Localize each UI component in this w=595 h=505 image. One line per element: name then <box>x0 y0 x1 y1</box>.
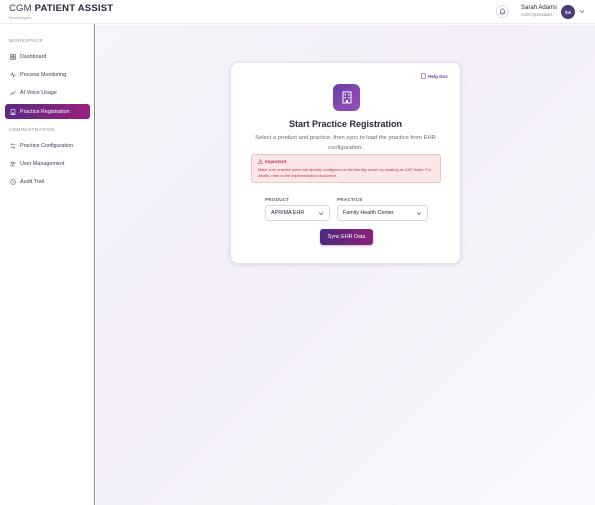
sidebar-item-label: Audit Trail <box>20 178 44 185</box>
alert-header: Important <box>258 159 286 164</box>
user-role: CGM Operations <box>521 12 553 17</box>
help-doc-link[interactable]: Help Doc <box>421 73 448 79</box>
waveform-icon <box>10 90 16 96</box>
top-header: CGM PATIENT ASSIST Preview Agent Sarah A… <box>0 0 595 24</box>
clock-icon <box>10 178 16 185</box>
avatar[interactable]: SA <box>561 5 575 19</box>
chevron-down-icon[interactable] <box>579 9 585 14</box>
sidebar-item-process-monitoring[interactable]: Process Monitoring <box>5 67 90 82</box>
sidebar-item-label: AI Voice Usage <box>20 89 57 96</box>
sliders-icon <box>10 142 16 149</box>
sidebar-item-audit-trail[interactable]: Audit Trail <box>5 174 90 189</box>
sidebar-item-label: Process Monitoring <box>20 71 67 78</box>
sidebar: WORKSPACE Dashboard Process Monitoring A… <box>0 24 95 505</box>
warning-icon <box>258 159 263 164</box>
sidebar-section-workspace: WORKSPACE <box>9 38 44 43</box>
registration-card: Help Doc Start Practice Registration Sel… <box>230 62 461 264</box>
sidebar-item-label: User Management <box>20 160 65 167</box>
product-label: PRODUCT <box>265 197 290 202</box>
user-info[interactable]: Sarah Adams CGM Operations <box>521 5 557 18</box>
product-value: APRIMA EHR <box>271 210 305 216</box>
brand-name: CGM PATIENT ASSIST <box>9 4 113 14</box>
chevron-down-icon <box>318 212 324 216</box>
building-icon <box>342 91 351 104</box>
alert-title: Important <box>265 159 287 164</box>
product-select[interactable]: APRIMA EHR <box>265 205 330 221</box>
alert-text: Make sure practice users are already con… <box>258 167 431 178</box>
brand-subtitle: Preview Agent <box>9 16 32 20</box>
grid-icon <box>10 53 16 60</box>
sync-ehr-data-button[interactable]: Sync EHR Data <box>320 229 373 245</box>
activity-icon <box>10 71 16 78</box>
sidebar-item-user-management[interactable]: User Management <box>5 156 90 171</box>
sidebar-item-ai-voice-usage[interactable]: AI Voice Usage <box>5 85 90 100</box>
registration-icon <box>333 84 360 111</box>
practice-select[interactable]: Family Health Center <box>337 205 428 221</box>
sidebar-section-administration: ADMINISTRATION <box>9 127 55 132</box>
practice-value: Family Health Center <box>343 210 394 216</box>
sidebar-item-label: Practice Registration <box>20 108 70 115</box>
sidebar-item-practice-registration[interactable]: Practice Registration <box>5 104 90 119</box>
document-icon <box>421 73 426 79</box>
brand-title: PATIENT ASSIST <box>34 3 114 14</box>
bell-icon <box>499 8 506 15</box>
sidebar-item-dashboard[interactable]: Dashboard <box>5 49 90 64</box>
sidebar-item-label: Dashboard <box>20 53 47 60</box>
practice-label: PRACTICE <box>337 197 363 202</box>
chevron-down-icon <box>416 212 422 216</box>
notification-button[interactable] <box>496 5 509 18</box>
users-icon <box>10 161 16 167</box>
building-icon <box>10 108 16 115</box>
help-doc-label: Help Doc <box>428 73 448 79</box>
important-alert: Important Make sure practice users are a… <box>251 154 441 183</box>
card-title: Start Practice Registration <box>288 119 403 129</box>
user-name: Sarah Adams <box>521 5 558 11</box>
sidebar-item-label: Practice Configuration <box>20 142 74 149</box>
brand-logo: CGM PATIENT ASSIST Preview Agent <box>9 4 113 21</box>
sidebar-item-practice-configuration[interactable]: Practice Configuration <box>5 138 90 153</box>
card-description: Select a product and practice, then sync… <box>255 135 436 151</box>
brand-prefix: CGM <box>9 3 32 14</box>
